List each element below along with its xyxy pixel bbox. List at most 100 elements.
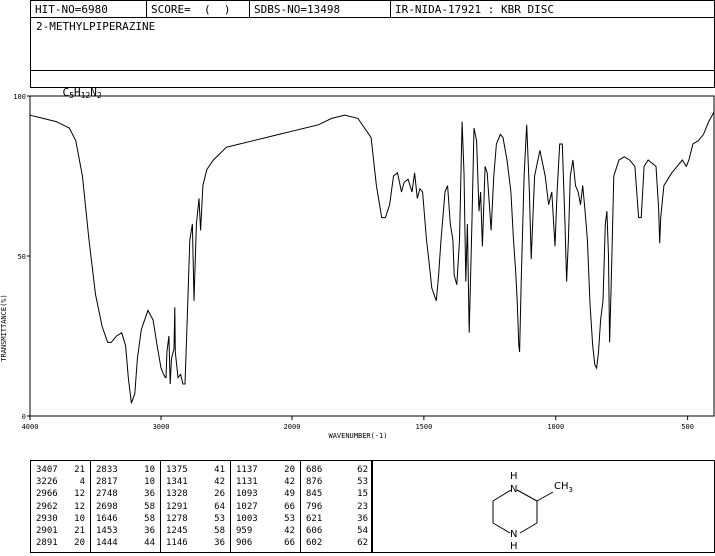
chart-ticks: 4000 3000 2000 1500 1000 500 0 50 100 [13, 93, 694, 431]
peak-transmittance: 4 [79, 477, 85, 488]
x-tick-label: 500 [681, 423, 694, 431]
peak-transmittance: 42 [284, 477, 295, 488]
peak-wavenumber: 1137 [236, 465, 258, 475]
x-tick-label: 3000 [153, 423, 170, 431]
peak-wavenumber: 3407 [36, 465, 58, 475]
peak-row: 796 23 [301, 501, 373, 513]
peak-transmittance: 58 [144, 501, 155, 512]
peak-row: 1646 58 [91, 513, 160, 525]
x-tick-label: 1000 [547, 423, 564, 431]
peak-row: 845 15 [301, 488, 373, 500]
peak-column: 1137 20 1131 42 1093 49 1027 66 1003 53 959 42 906 66 [231, 461, 301, 552]
peak-wavenumber: 2962 [36, 501, 58, 512]
peak-wavenumber: 1146 [166, 538, 188, 549]
peak-wavenumber: 1131 [236, 477, 258, 488]
peak-row: 2901 21 [31, 525, 90, 537]
peak-row: 1375 41 [161, 464, 230, 476]
peak-wavenumber: 1003 [236, 513, 258, 524]
formula-divider [31, 70, 714, 71]
peak-row: 2966 12 [31, 488, 90, 500]
chart-series [29, 111, 715, 404]
score: SCORE= ( ) [151, 3, 231, 16]
peak-transmittance: 64 [214, 501, 225, 512]
peak-transmittance: 53 [357, 477, 368, 488]
peak-row: 686 62 [301, 464, 373, 476]
peak-transmittance: 62 [357, 465, 368, 475]
structure-box: N H N H CH3 [372, 460, 715, 553]
peak-row: 959 42 [231, 525, 300, 537]
y-tick-label: 100 [13, 93, 26, 101]
peak-row: 2962 12 [31, 501, 90, 513]
peak-row: 1245 58 [161, 525, 230, 537]
compound-box: 2-METHYLPIPERAZINE C5H12N2 [30, 17, 715, 100]
peak-row: 2833 10 [91, 464, 160, 476]
peak-row: 602 62 [301, 537, 373, 549]
peak-wavenumber: 1453 [96, 526, 118, 537]
peak-row: 1278 53 [161, 513, 230, 525]
x-tick-label: 4000 [22, 423, 39, 431]
peak-transmittance: 12 [74, 501, 85, 512]
header-bar: HIT-NO=6980 SCORE= ( ) SDBS-NO=13498 IR-… [30, 0, 715, 18]
nitrogen-top: N [510, 484, 517, 495]
peak-transmittance: 20 [74, 538, 85, 549]
peak-wavenumber: 2966 [36, 489, 58, 500]
y-tick-label: 50 [18, 253, 26, 261]
peak-row: 2891 20 [31, 537, 90, 549]
methyl-group: CH3 [554, 481, 573, 494]
peak-row: 876 53 [301, 476, 373, 488]
peak-row: 1341 42 [161, 476, 230, 488]
peak-wavenumber: 1444 [96, 538, 118, 549]
peak-transmittance: 44 [144, 538, 155, 549]
peak-row: 2698 58 [91, 501, 160, 513]
peak-wavenumber: 2748 [96, 489, 118, 500]
peak-transmittance: 42 [284, 526, 295, 537]
peak-row: 906 66 [231, 537, 300, 549]
molecule-structure: N H N H CH3 [492, 471, 573, 552]
peak-row: 1328 26 [161, 488, 230, 500]
peak-wavenumber: 1328 [166, 489, 188, 500]
peak-wavenumber: 906 [236, 538, 253, 549]
peak-row: 2817 10 [91, 476, 160, 488]
peak-transmittance: 26 [214, 489, 225, 500]
peak-transmittance: 10 [144, 477, 155, 488]
peak-wavenumber: 2817 [96, 477, 118, 488]
x-tick-label: 2000 [284, 423, 301, 431]
peak-column: 3407 21 3226 4 2966 12 2962 12 2930 10 2901 21 2891 2… [31, 461, 91, 552]
peak-transmittance: 54 [357, 526, 368, 537]
peak-row: 1027 66 [231, 501, 300, 513]
nitrogen-bottom: N [510, 529, 517, 540]
peak-wavenumber: 1341 [166, 477, 188, 488]
peak-column: 686 62 876 53 845 15 796 23 621 36 606 54 602 62 [301, 461, 373, 552]
peak-wavenumber: 2833 [96, 465, 118, 475]
peak-row: 1444 44 [91, 537, 160, 549]
peak-row: 1131 42 [231, 476, 300, 488]
peak-wavenumber: 1278 [166, 513, 188, 524]
peak-row: 1003 53 [231, 513, 300, 525]
peak-wavenumber: 959 [236, 526, 253, 537]
peak-wavenumber: 2891 [36, 538, 58, 549]
spectrum-line [29, 111, 715, 404]
peak-transmittance: 12 [74, 489, 85, 500]
peak-transmittance: 66 [284, 538, 295, 549]
peak-transmittance: 36 [144, 489, 155, 500]
peak-row: 621 36 [301, 513, 373, 525]
peak-transmittance: 10 [144, 465, 155, 475]
peak-wavenumber: 845 [306, 489, 323, 500]
peak-row: 3407 21 [31, 464, 90, 476]
peak-wavenumber: 2698 [96, 501, 118, 512]
x-tick-label: 1500 [415, 423, 432, 431]
peak-transmittance: 58 [214, 526, 225, 537]
peak-row: 606 54 [301, 525, 373, 537]
peak-wavenumber: 602 [306, 538, 323, 549]
ir-nida-code: IR-NIDA-17921 : KBR DISC [395, 3, 554, 16]
peak-transmittance: 42 [214, 477, 225, 488]
piperazine-ring [492, 489, 554, 534]
peak-transmittance: 53 [284, 513, 295, 524]
peak-wavenumber: 686 [306, 465, 323, 475]
sdbs-number: SDBS-NO=13498 [254, 3, 341, 16]
peak-column: 1375 41 1341 42 1328 26 1291 64 1278 53 1245 58 1146… [161, 461, 231, 552]
hydrogen-top: H [510, 471, 518, 482]
peak-transmittance: 20 [284, 465, 295, 475]
peak-row: 1093 49 [231, 488, 300, 500]
peak-wavenumber: 3226 [36, 477, 58, 488]
